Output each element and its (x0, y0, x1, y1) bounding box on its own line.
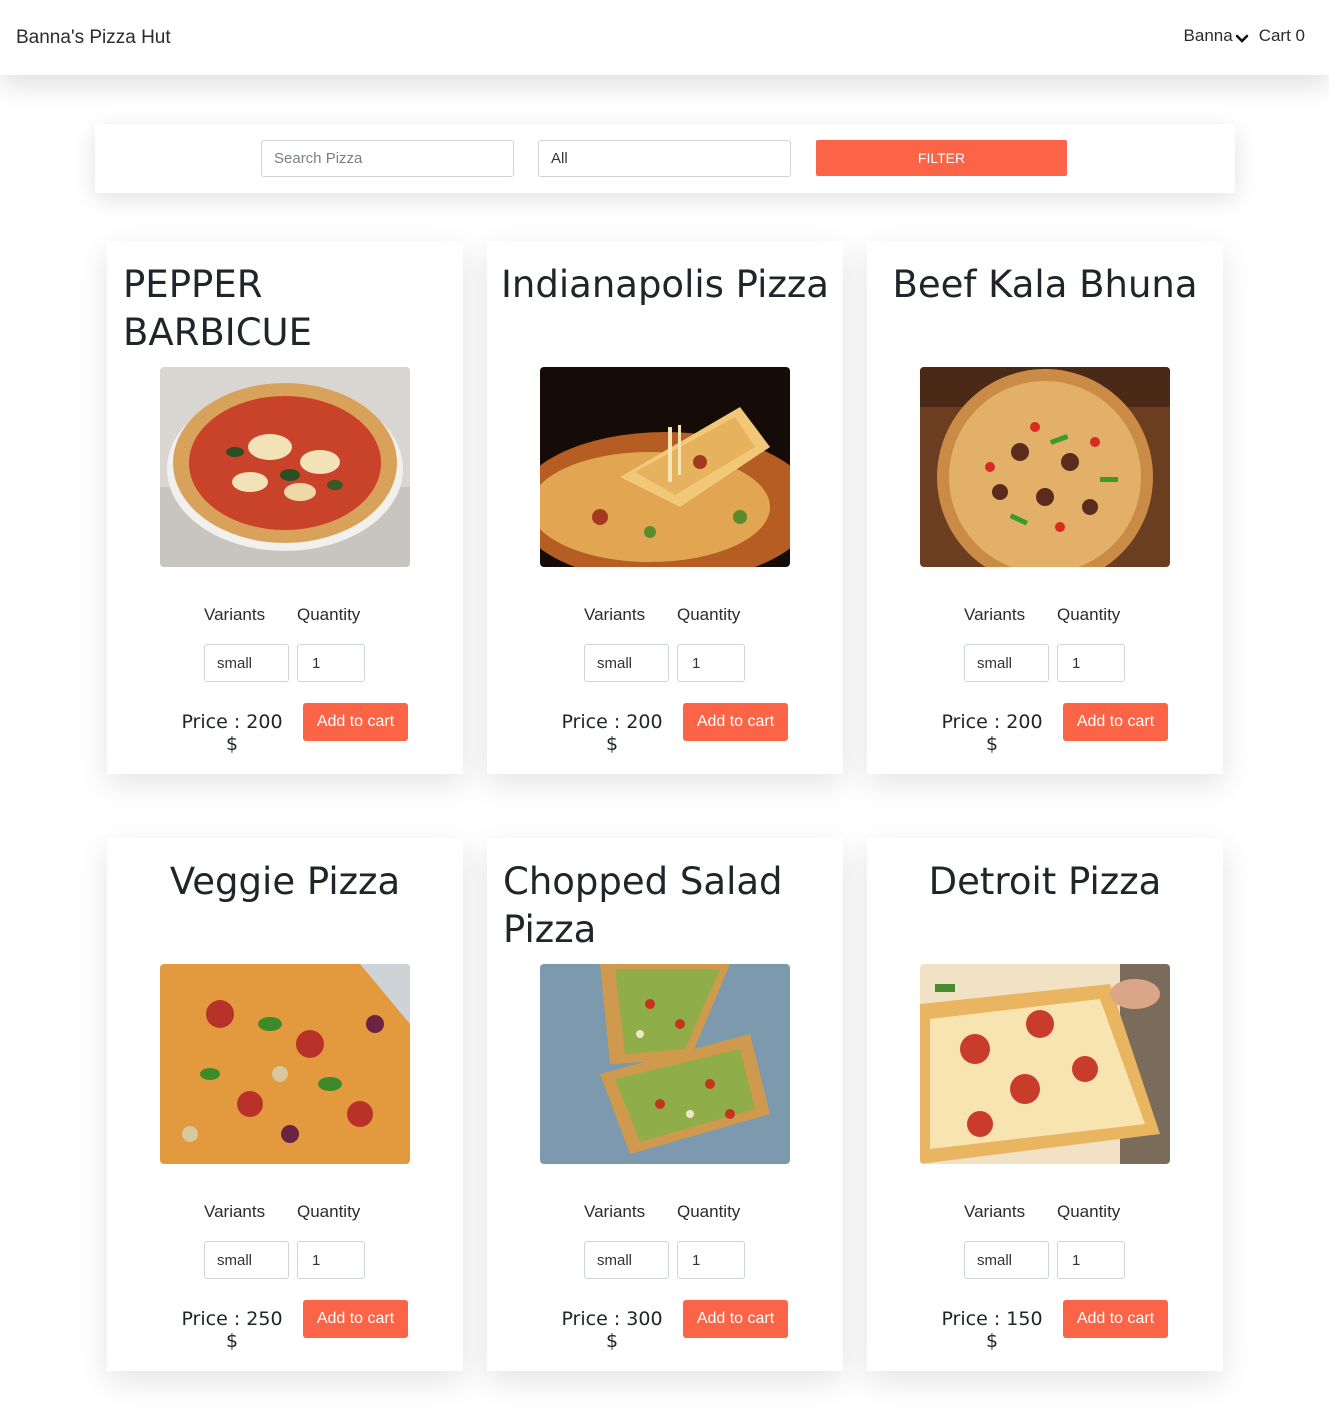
add-to-cart-button[interactable]: Add to cart (683, 703, 788, 741)
price-text: Price : 200 $ (561, 711, 663, 755)
quantity-label: Quantity (677, 605, 741, 624)
user-menu[interactable]: Banna (1184, 26, 1249, 46)
add-to-cart-button[interactable]: Add to cart (303, 703, 408, 741)
variants-label: Variants (964, 605, 1026, 624)
quantity-label: Quantity (1057, 1202, 1121, 1221)
price-text: Price : 150 $ (941, 1308, 1043, 1352)
add-to-cart-button[interactable]: Add to cart (303, 1300, 408, 1338)
add-to-cart-button[interactable]: Add to cart (683, 1300, 788, 1338)
pizza-image[interactable] (920, 964, 1170, 1164)
pizza-card: PEPPER BARBICUE Variants Quantity small … (107, 241, 463, 774)
pizza-card: Veggie Pizza Variants Quantity small 1 P… (107, 838, 463, 1371)
variant-select[interactable]: small (204, 644, 289, 682)
quantity-label: Quantity (677, 1202, 741, 1221)
price-text: Price : 200 $ (941, 711, 1043, 755)
price-text: Price : 300 $ (561, 1308, 663, 1352)
variant-select[interactable]: small (584, 1241, 669, 1279)
price-text: Price : 200 $ (181, 711, 283, 755)
pizza-name: Detroit Pizza (928, 860, 1162, 903)
navbar: Banna's Pizza Hut Banna Cart 0 (0, 0, 1329, 75)
variants-label: Variants (204, 605, 266, 624)
user-name: Banna (1183, 25, 1233, 45)
category-select[interactable]: All (538, 140, 791, 177)
quantity-select[interactable]: 1 (297, 1241, 365, 1279)
variants-label: Variants (964, 1202, 1026, 1221)
pizza-image[interactable] (540, 964, 790, 1164)
search-input[interactable] (261, 140, 514, 177)
variant-select[interactable]: small (584, 644, 669, 682)
pizza-image[interactable] (920, 367, 1170, 567)
nav-right: Banna Cart 0 (1184, 26, 1305, 46)
quantity-label: Quantity (297, 605, 361, 624)
variants-label: Variants (204, 1202, 266, 1221)
quantity-label: Quantity (1057, 605, 1121, 624)
filter-button[interactable]: FILTER (816, 140, 1067, 176)
variant-select[interactable]: small (964, 1241, 1049, 1279)
brand-logo[interactable]: Banna's Pizza Hut (16, 27, 171, 49)
variants-label: Variants (584, 1202, 646, 1221)
cart-link[interactable]: Cart 0 (1259, 26, 1305, 46)
quantity-label: Quantity (297, 1202, 361, 1221)
pizza-card: Detroit Pizza Variants Quantity small 1 … (867, 838, 1223, 1371)
pizza-card: Beef Kala Bhuna Variants Quantity small … (867, 241, 1223, 774)
pizza-name: PEPPER BARBICUE (123, 263, 312, 354)
add-to-cart-button[interactable]: Add to cart (1063, 703, 1168, 741)
pizza-name: Chopped Salad Pizza (503, 860, 783, 951)
variant-select[interactable]: small (964, 644, 1049, 682)
price-text: Price : 250 $ (181, 1308, 283, 1352)
variants-label: Variants (584, 605, 646, 624)
pizza-card: Chopped Salad Pizza Variants Quantity sm… (487, 838, 843, 1371)
pizza-name: Indianapolis Pizza (501, 263, 829, 306)
quantity-select[interactable]: 1 (1057, 644, 1125, 682)
pizza-name: Beef Kala Bhuna (892, 263, 1198, 306)
pizza-image[interactable] (160, 964, 410, 1164)
pizza-name: Veggie Pizza (169, 860, 401, 903)
quantity-select[interactable]: 1 (677, 644, 745, 682)
quantity-select[interactable]: 1 (1057, 1241, 1125, 1279)
add-to-cart-button[interactable]: Add to cart (1063, 1300, 1168, 1338)
filter-bar: All FILTER (95, 124, 1235, 193)
quantity-select[interactable]: 1 (677, 1241, 745, 1279)
chevron-down-icon (1235, 34, 1249, 43)
category-value: All (551, 150, 568, 167)
pizza-card: Indianapolis Pizza Variants Quantity sma… (487, 241, 843, 774)
quantity-select[interactable]: 1 (297, 644, 365, 682)
pizza-image[interactable] (540, 367, 790, 567)
pizza-image[interactable] (160, 367, 410, 567)
variant-select[interactable]: small (204, 1241, 289, 1279)
